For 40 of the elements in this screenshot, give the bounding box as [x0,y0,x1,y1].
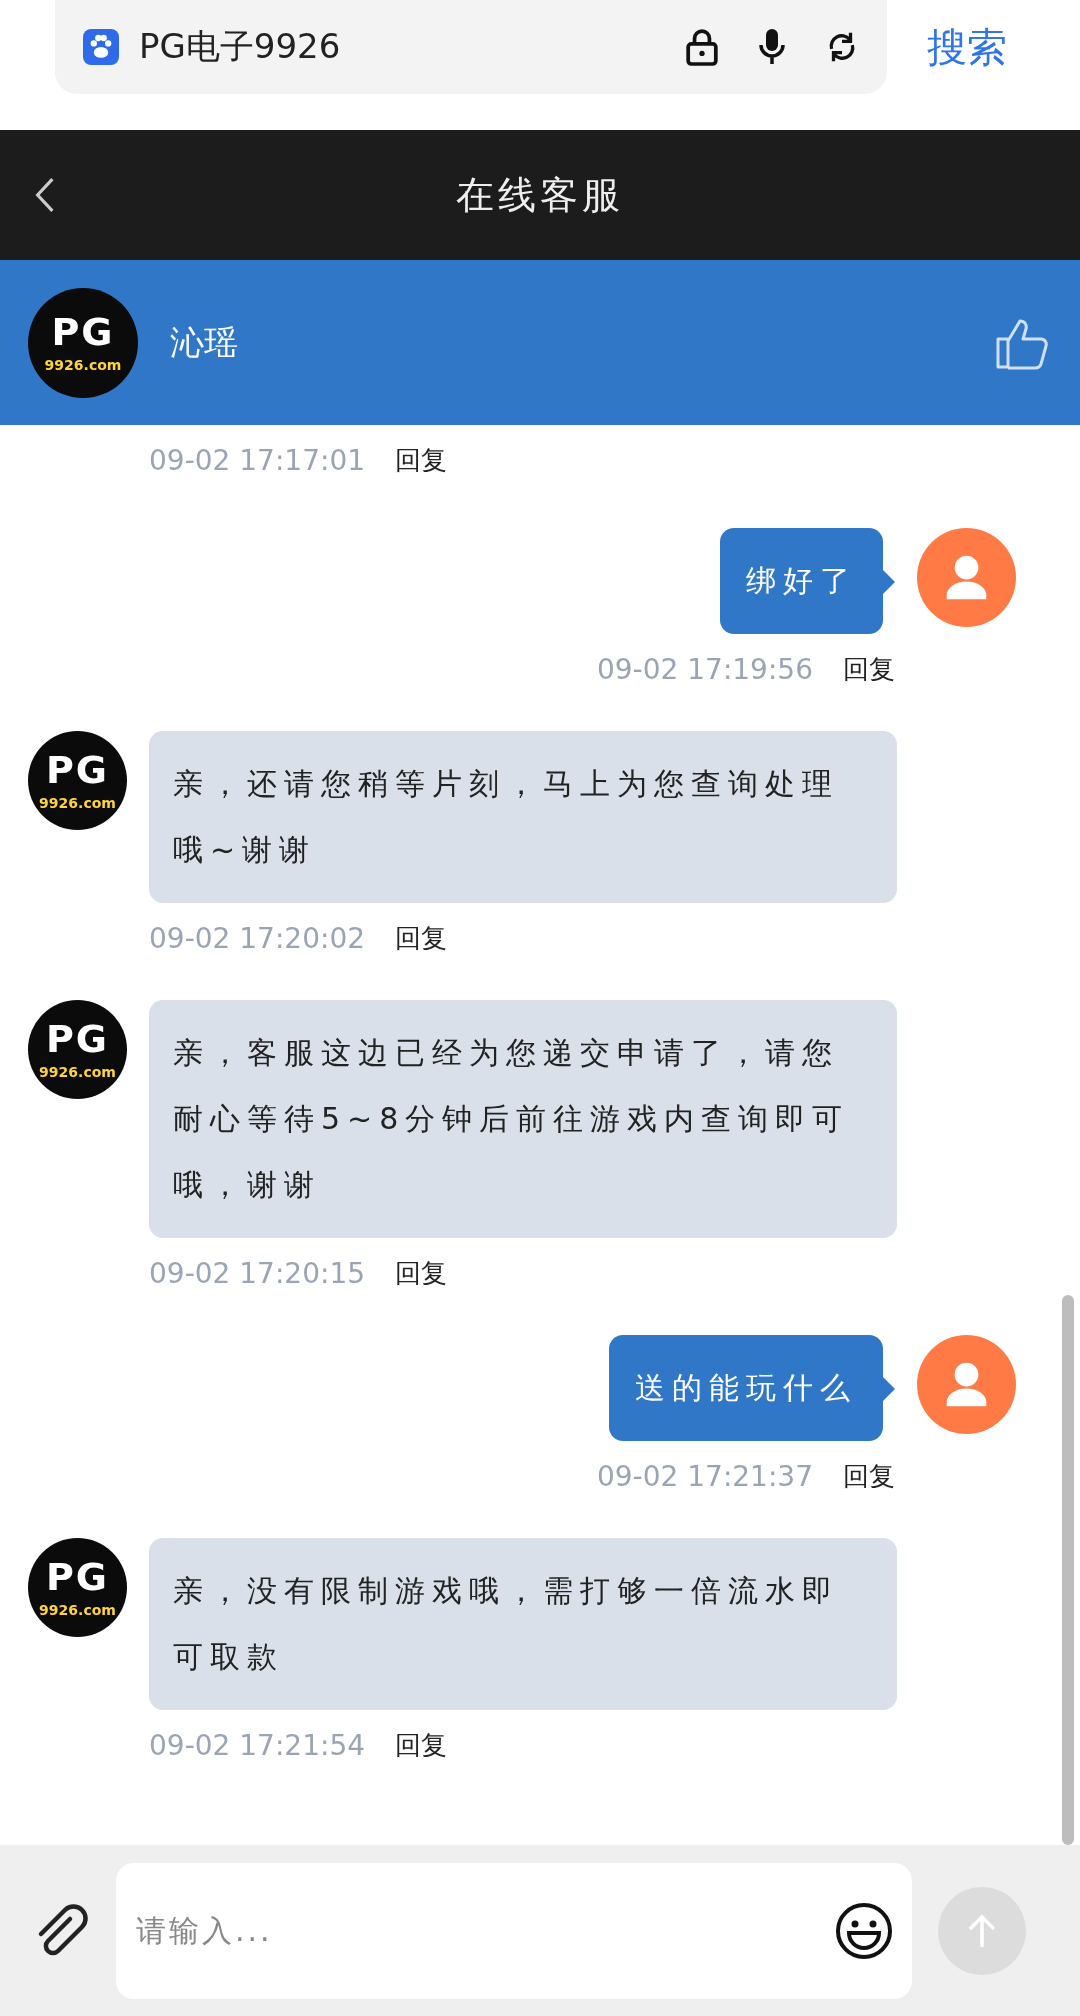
bubble-tail [883,1377,895,1401]
message-time: 09-02 17:19:56 [597,653,813,686]
search-button[interactable]: 搜索 [927,20,1007,75]
reply-link[interactable]: 回复 [395,921,447,956]
page-title: 在线客服 [456,171,624,219]
paw-icon [83,29,119,65]
message-time: 09-02 17:21:54 [149,1729,365,1762]
lock-icon[interactable] [685,27,719,67]
logo-domain: 9926.com [39,1063,116,1080]
agent-name: 沁瑶 [170,320,239,364]
logo-domain: 9926.com [44,356,122,373]
reply-link[interactable]: 回复 [395,1728,447,1763]
message-time: 09-02 17:20:15 [149,1257,365,1290]
reply-link[interactable]: 回复 [395,1256,447,1291]
back-icon[interactable] [34,176,56,214]
reply-link[interactable]: 回复 [843,1459,895,1494]
message-bubble: 亲，没有限制游戏哦，需打够一倍流水即可取款 [149,1538,897,1710]
logo-domain: 9926.com [39,794,116,811]
message-time: 09-02 17:21:37 [597,1460,813,1493]
logo-domain: 9926.com [39,1601,116,1618]
message-bubble: 亲，客服这边已经为您递交申请了，请您耐心等待5~8分钟后前往游戏内查询即可哦，谢谢 [149,1000,897,1238]
bubble-tail [883,570,895,594]
reply-link[interactable]: 回复 [395,443,447,478]
user-avatar-icon [917,528,1016,627]
message-bubble: 送的能玩什么 [609,1335,883,1441]
logo-text: PG [45,750,109,789]
address-bar[interactable]: PG电子9926 [55,0,887,94]
logo-text: PG [51,312,115,351]
message-time: 09-02 17:17:01 [149,444,365,477]
scrollbar-thumb[interactable] [1062,1295,1074,1845]
emoji-icon[interactable] [834,1900,894,1961]
reply-link[interactable]: 回复 [843,652,895,687]
message-time: 09-02 17:20:02 [149,922,365,955]
logo-text: PG [45,1019,109,1058]
logo-text: PG [45,1557,109,1596]
user-avatar-icon [917,1335,1016,1434]
address-text: PG电子9926 [139,25,342,68]
input-box[interactable]: 请输入... [116,1862,912,1999]
message-bubble: 绑好了 [720,528,883,634]
message-bubble: 亲，还请您稍等片刻，马上为您查询处理哦~谢谢 [149,731,897,903]
